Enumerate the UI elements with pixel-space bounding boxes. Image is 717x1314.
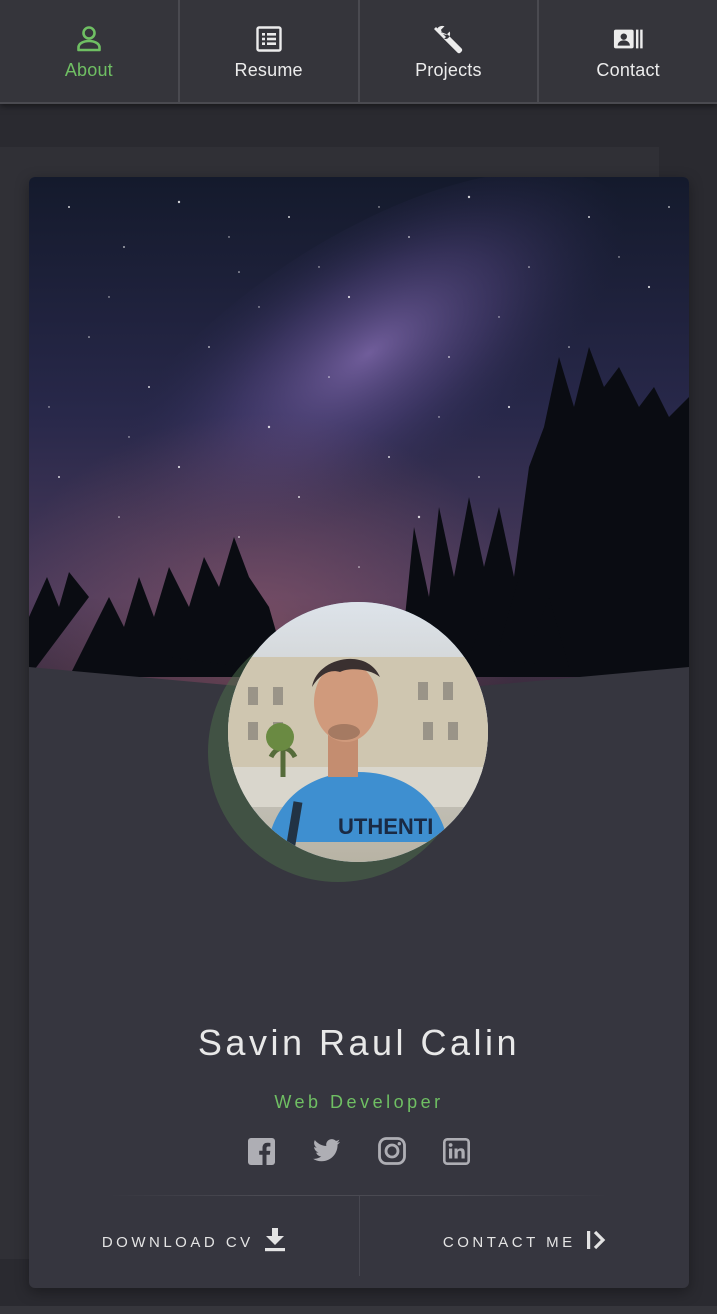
avatar: UTHENTI xyxy=(228,602,488,862)
nav-label-about: About xyxy=(64,60,113,80)
person-icon xyxy=(74,24,104,54)
svg-text:UTHENTI: UTHENTI xyxy=(338,814,433,839)
profile-role: Web Developer xyxy=(274,1092,444,1112)
nav-label-contact: Contact xyxy=(596,60,660,80)
nav-label-projects: Projects xyxy=(415,60,482,80)
wrench-icon xyxy=(433,24,463,54)
social-links xyxy=(29,1137,689,1165)
list-icon xyxy=(254,24,284,54)
download-cv-button[interactable]: DOWNLOAD CV xyxy=(29,1196,359,1288)
arrow-right-icon xyxy=(586,1229,606,1255)
nav-item-about[interactable]: About xyxy=(0,0,180,102)
twitter-icon[interactable] xyxy=(312,1137,341,1165)
next-section-edge xyxy=(0,1306,717,1314)
nav-item-projects[interactable]: Projects xyxy=(360,0,540,102)
contact-me-button[interactable]: CONTACT ME xyxy=(360,1196,690,1288)
profile-card: UTHENTI Savin Raul Calin Web Developer D… xyxy=(29,177,689,1288)
nav-item-contact[interactable]: Contact xyxy=(539,0,717,102)
nav-item-resume[interactable]: Resume xyxy=(180,0,360,102)
top-navigation: About Resume Projects Contact xyxy=(0,0,717,104)
download-cv-label: DOWNLOAD CV xyxy=(101,1233,254,1251)
contact-me-label: CONTACT ME xyxy=(442,1233,576,1251)
facebook-icon[interactable] xyxy=(248,1137,276,1165)
instagram-icon[interactable] xyxy=(377,1137,406,1165)
profile-name: Savin Raul Calin xyxy=(197,1022,521,1063)
download-icon xyxy=(264,1228,286,1256)
avatar-container: UTHENTI xyxy=(208,602,488,882)
nav-label-resume: Resume xyxy=(234,60,303,80)
contact-card-icon xyxy=(613,24,643,54)
linkedin-icon[interactable] xyxy=(443,1137,471,1165)
card-actions: DOWNLOAD CV CONTACT ME xyxy=(29,1196,689,1288)
